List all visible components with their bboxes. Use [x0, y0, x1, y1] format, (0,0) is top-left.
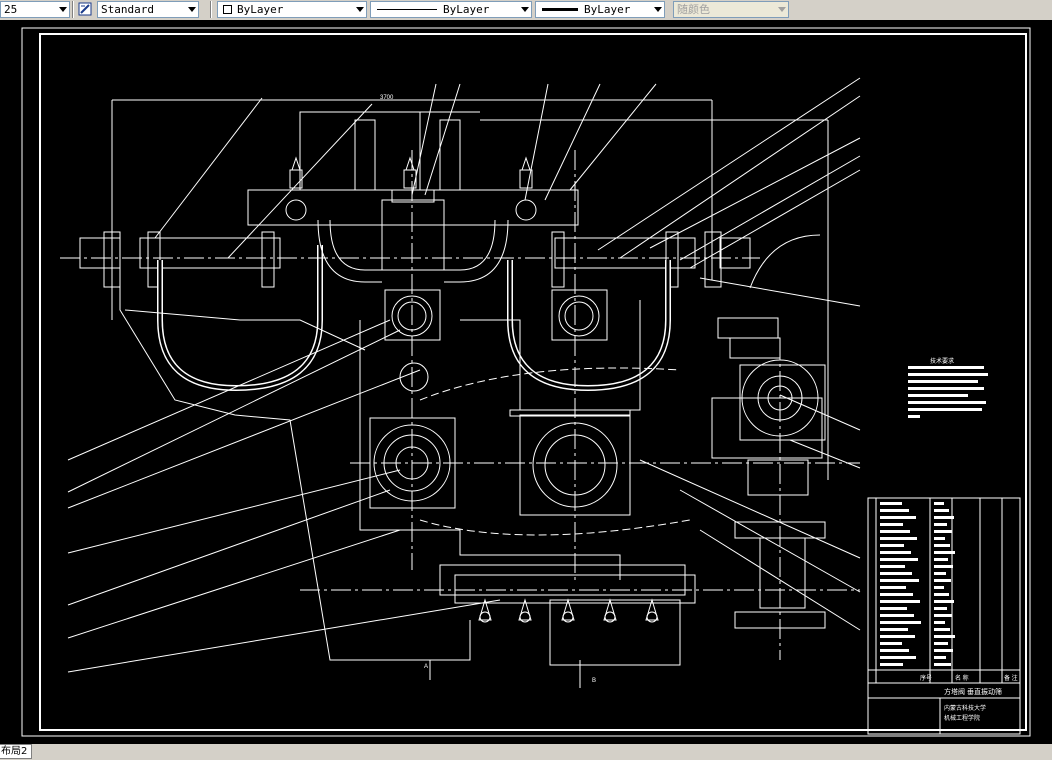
parts-list-row — [934, 600, 954, 603]
tech-req-title: 技术要求 — [930, 357, 954, 365]
dimension-label: A — [424, 664, 428, 670]
parts-list-row — [934, 544, 950, 547]
parts-list-row — [880, 523, 903, 526]
parts-list-row — [880, 614, 914, 617]
parts-list-row — [880, 558, 918, 561]
linetype-value: ByLayer — [443, 3, 490, 16]
layout-tabs: 布局2 — [0, 744, 1052, 760]
text-style-combo[interactable]: Standard — [97, 1, 199, 18]
parts-list-row — [880, 663, 903, 666]
parts-list-row — [934, 628, 950, 631]
parts-list-row — [880, 530, 910, 533]
parts-list-row — [880, 635, 915, 638]
lineweight-value: ByLayer — [584, 3, 631, 16]
dim-scale-value: 25 — [4, 3, 18, 16]
parts-list-row — [880, 565, 905, 568]
color-swatch-icon — [223, 5, 232, 14]
layer-value: ByLayer — [237, 3, 284, 16]
linetype-preview-icon — [377, 9, 437, 10]
plot-style-combo[interactable]: 随颜色 — [673, 1, 789, 18]
parts-list-row — [880, 628, 908, 631]
parts-list-row — [880, 656, 916, 659]
parts-list-row — [934, 586, 944, 589]
toolbar-separator — [72, 1, 74, 18]
department-name: 机械工程学院 — [944, 714, 980, 722]
parts-list-row — [880, 621, 921, 624]
dimension-label: 3700 — [380, 95, 394, 101]
parts-list-row — [934, 614, 952, 617]
parts-list-row — [934, 649, 953, 652]
parts-list-row — [934, 502, 944, 505]
parts-list-row — [934, 516, 954, 519]
chevron-down-icon[interactable] — [521, 7, 529, 12]
parts-list-row — [934, 642, 948, 645]
parts-list-row — [934, 509, 949, 512]
lineweight-preview-icon — [542, 8, 578, 11]
parts-list-row — [934, 635, 955, 638]
parts-list-row — [880, 586, 906, 589]
parts-list-row — [880, 642, 902, 645]
chevron-down-icon[interactable] — [654, 7, 662, 12]
chevron-down-icon[interactable] — [188, 7, 196, 12]
parts-list-row — [934, 551, 955, 554]
chevron-down-icon[interactable] — [778, 7, 786, 12]
parts-list-row — [880, 544, 904, 547]
text-style-icon[interactable] — [77, 1, 95, 18]
parts-list-row — [880, 516, 916, 519]
parts-list-row — [880, 502, 902, 505]
table-header-name: 名 称 — [955, 674, 969, 682]
parts-list-row — [880, 600, 920, 603]
parts-list-row — [880, 537, 917, 540]
parts-list-row — [934, 537, 945, 540]
parts-list-row — [880, 593, 913, 596]
parts-list-row — [934, 593, 949, 596]
dimension-label: B — [592, 678, 596, 684]
text-style-value: Standard — [101, 3, 154, 16]
parts-list-row — [934, 656, 946, 659]
parts-list-row — [934, 607, 947, 610]
parts-list-row — [934, 621, 945, 624]
drawing-title: 方塔阀 垂直振动筛 — [944, 687, 1002, 696]
parts-list-row — [880, 649, 909, 652]
parts-list-row — [934, 523, 947, 526]
technical-requirements: 技术要求 — [908, 357, 988, 418]
chevron-down-icon[interactable] — [59, 7, 67, 12]
parts-list-row — [880, 551, 911, 554]
toolbar-separator — [210, 1, 212, 18]
layer-combo[interactable]: ByLayer — [217, 1, 367, 18]
parts-list-row — [880, 572, 912, 575]
plot-style-value: 随颜色 — [677, 3, 710, 16]
parts-list-row — [880, 579, 919, 582]
parts-list-row — [934, 558, 948, 561]
parts-list-row — [934, 572, 946, 575]
chevron-down-icon[interactable] — [356, 7, 364, 12]
dim-scale-combo[interactable]: 25 — [0, 1, 70, 18]
table-header-no: 序号 — [920, 674, 932, 682]
parts-list-row — [880, 509, 909, 512]
tab-layout2[interactable]: 布局2 — [0, 744, 33, 759]
parts-list-row — [934, 663, 951, 666]
parts-list-row — [934, 579, 951, 582]
linetype-combo[interactable]: ByLayer — [370, 1, 532, 18]
table-header-remark: 备 注 — [1004, 674, 1018, 682]
parts-list-row — [934, 530, 952, 533]
lineweight-combo[interactable]: ByLayer — [535, 1, 665, 18]
parts-list-row — [880, 607, 907, 610]
drawing-canvas[interactable]: 3700 A B 技术要求 序号 名 称 备 注 方塔阀 垂直振动筛 内蒙古科技… — [0, 20, 1052, 744]
parts-list-row — [934, 565, 953, 568]
properties-toolbar: 25 Standard ByLayer ByLayer ByLayer 随颜色 — [0, 0, 1052, 21]
organization-name: 内蒙古科技大学 — [944, 704, 986, 712]
